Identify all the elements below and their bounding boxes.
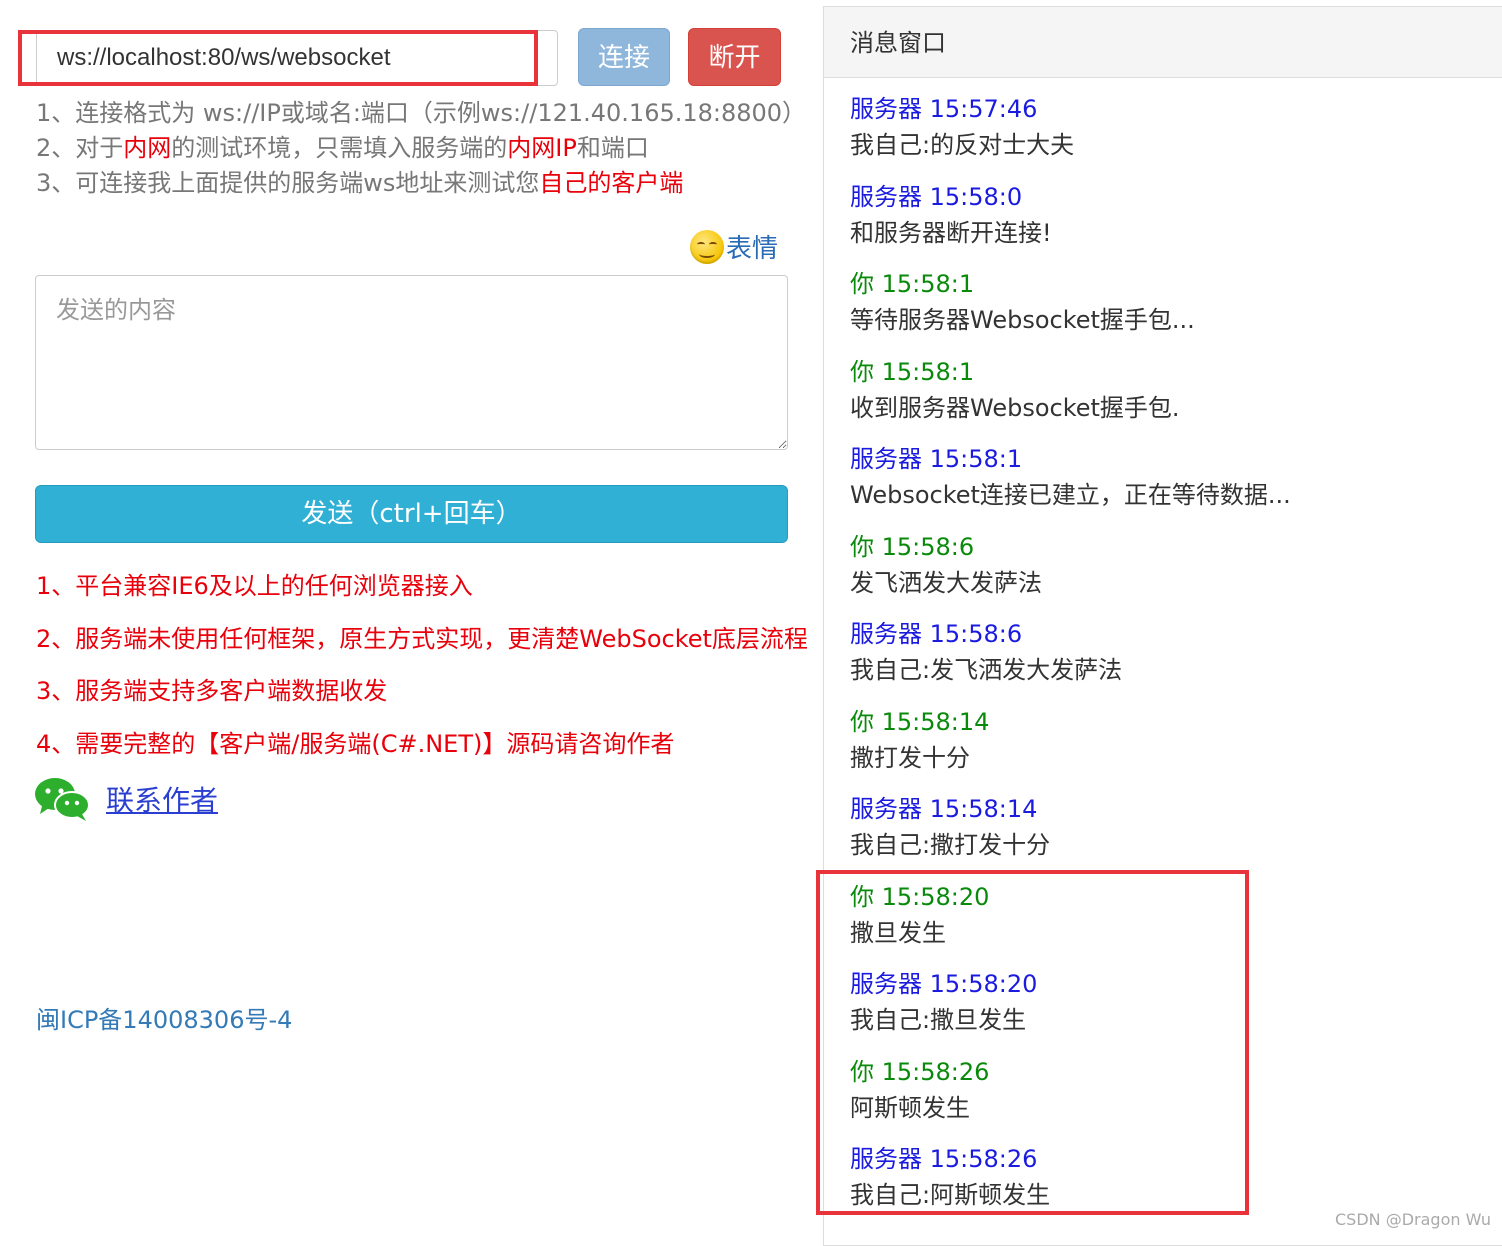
message-item: 服务器 15:58:14 我自己:撒打发十分	[850, 791, 1291, 879]
message-list: 服务器 15:57:46 我自己:的反对士大夫 服务器 15:58:0 和服务器断开连…	[850, 91, 1291, 1229]
contact-author-link[interactable]: 联系作者	[106, 779, 218, 819]
message-sender-time: 你 15:58:1	[850, 270, 975, 298]
message-text: 撒打发十分	[850, 743, 970, 772]
message-item: 服务器 15:58:26 我自己:阿斯顿发生	[850, 1141, 1291, 1229]
contact-author: 联系作者	[34, 776, 218, 822]
watermark: CSDN @Dragon Wu	[1335, 1210, 1491, 1229]
wechat-icon	[35, 778, 90, 821]
message-item: 服务器 15:58:0 和服务器断开连接!	[850, 179, 1291, 267]
message-item: 你 15:58:1 等待服务器Websocket握手包...	[850, 266, 1291, 354]
emoji-button[interactable]: 表情	[690, 228, 778, 265]
message-sender-time: 服务器 15:57:46	[850, 95, 1038, 123]
message-text: 我自己:阿斯顿发生	[850, 1181, 1051, 1209]
message-item: 你 15:58:6 发飞洒发大发萨法	[850, 529, 1291, 617]
tip-line-2: 2、对于内网的测试环境，只需填入服务端的内网IP和端口	[36, 134, 649, 162]
message-window: 消息窗口 服务器 15:57:46 我自己:的反对士大夫 服务器 15:58:0 和服…	[823, 6, 1502, 1246]
message-sender-time: 你 15:58:20	[850, 882, 990, 911]
message-text: 撒旦发生	[850, 918, 946, 947]
message-sender-time: 服务器 15:58:6	[850, 620, 1023, 648]
message-item: 服务器 15:58:1 Websocket连接已建立，正在等待数据...	[850, 441, 1291, 529]
disconnect-button[interactable]: 断开	[688, 28, 781, 86]
message-sender-time: 你 15:58:6	[850, 532, 975, 561]
smile-emoji-icon	[690, 229, 724, 264]
message-item: 你 15:58:1 收到服务器Websocket握手包.	[850, 354, 1291, 442]
send-button[interactable]: 发送（ctrl+回车）	[35, 485, 788, 543]
message-item: 你 15:58:26 阿斯顿发生	[850, 1054, 1291, 1142]
feature-item: 1、平台兼容IE6及以上的任何浏览器接入	[36, 572, 473, 600]
message-sender-time: 服务器 15:58:0	[850, 182, 1023, 211]
message-item: 服务器 15:58:20 我自己:撒旦发生	[850, 966, 1291, 1054]
feature-list: 1、平台兼容IE6及以上的任何浏览器接入 2、服务端未使用任何框架，原生方式实现…	[36, 568, 808, 778]
message-text: 阿斯顿发生	[850, 1093, 970, 1122]
message-text: 收到服务器Websocket握手包.	[850, 393, 1180, 422]
message-text: 我自己:发飞洒发大发萨法	[850, 656, 1123, 684]
connection-tips: 1、连接格式为 ws://IP或域名:端口（示例ws://121.40.165.…	[36, 96, 806, 201]
message-sender-time: 服务器 15:58:26	[850, 1145, 1038, 1173]
message-sender-time: 你 15:58:26	[850, 1057, 990, 1086]
message-item: 你 15:58:20 撒旦发生	[850, 879, 1291, 967]
tip-line-1: 1、连接格式为 ws://IP或域名:端口（示例ws://121.40.165.…	[36, 99, 807, 127]
icp-license-link[interactable]: 闽ICP备14008306号-4	[36, 1000, 292, 1035]
message-item: 服务器 15:58:6 我自己:发飞洒发大发萨法	[850, 616, 1291, 704]
message-text: 我自己:撒旦发生	[850, 1006, 1027, 1034]
message-text: 我自己:的反对士大夫	[850, 131, 1075, 159]
connect-button[interactable]: 连接	[578, 28, 670, 86]
message-text: 和服务器断开连接!	[850, 218, 1052, 247]
message-text: 等待服务器Websocket握手包...	[850, 306, 1195, 334]
message-sender-time: 你 15:58:14	[850, 707, 990, 736]
message-sender-time: 服务器 15:58:20	[850, 970, 1038, 998]
feature-item: 2、服务端未使用任何框架，原生方式实现，更清楚WebSocket底层流程	[36, 624, 808, 653]
tip-line-3: 3、可连接我上面提供的服务端ws地址来测试您自己的客户端	[36, 169, 684, 197]
feature-item: 3、服务端支持多客户端数据收发	[36, 677, 388, 705]
url-highlight-box	[18, 30, 538, 86]
emoji-label: 表情	[726, 234, 779, 264]
message-content-textarea[interactable]	[35, 275, 788, 450]
message-sender-time: 你 15:58:1	[850, 357, 975, 386]
message-item: 服务器 15:57:46 我自己:的反对士大夫	[850, 91, 1291, 179]
message-text: Websocket连接已建立，正在等待数据...	[850, 481, 1291, 509]
message-text: 发飞洒发大发萨法	[850, 568, 1042, 597]
message-item: 你 15:58:14 撒打发十分	[850, 704, 1291, 792]
feature-item: 4、需要完整的【客户端/服务端(C#.NET)】源码请咨询作者	[36, 729, 675, 758]
message-sender-time: 服务器 15:58:14	[850, 795, 1038, 823]
message-window-title: 消息窗口	[824, 7, 1502, 78]
message-sender-time: 服务器 15:58:1	[850, 445, 1023, 473]
message-text: 我自己:撒打发十分	[850, 831, 1051, 859]
